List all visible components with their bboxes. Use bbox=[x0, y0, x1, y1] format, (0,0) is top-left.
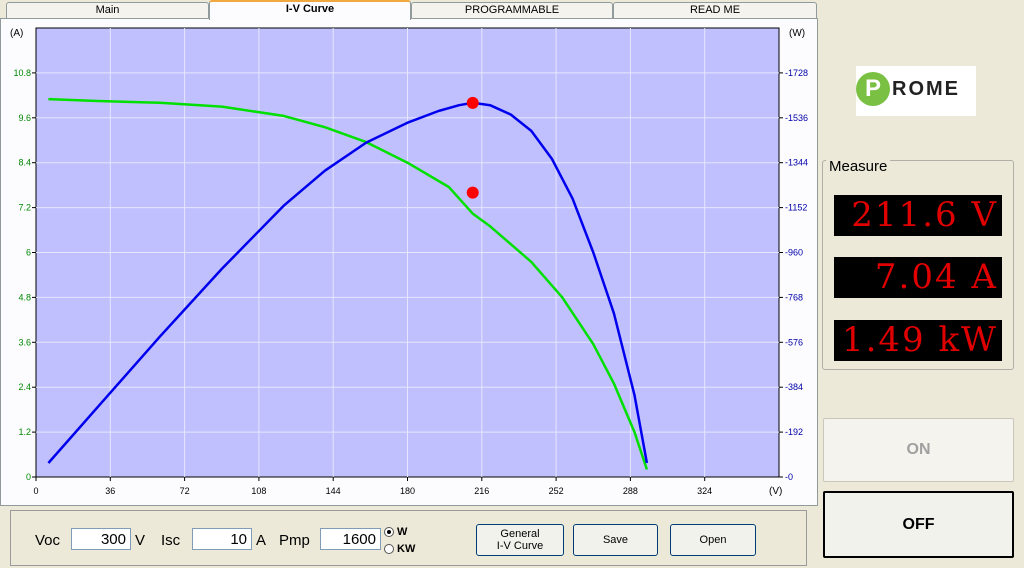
open-button[interactable]: Open bbox=[670, 524, 756, 556]
isc-input[interactable] bbox=[192, 528, 252, 550]
operating-point-marker bbox=[466, 186, 479, 199]
x-tick-label: 180 bbox=[400, 486, 415, 496]
x-tick-label: 216 bbox=[474, 486, 489, 496]
x-tick-label: 288 bbox=[623, 486, 638, 496]
y-left-tick-label: 1.2 bbox=[18, 427, 31, 437]
radio-kw[interactable]: KW bbox=[384, 543, 415, 555]
voc-unit: V bbox=[135, 532, 146, 549]
y-left-tick-label: 10.8 bbox=[13, 68, 31, 78]
general-iv-curve-button[interactable]: General I-V Curve bbox=[476, 524, 564, 556]
y-right-tick-label: -384 bbox=[785, 382, 803, 392]
iv-curve-chart: 0 36 72 108 144 180 216 252 288 324 0 1.2 2.4 3.6 4.8 6… bbox=[10, 27, 808, 497]
x-axis-unit: (V) bbox=[769, 486, 782, 497]
y-left-tick-label: 7.2 bbox=[18, 203, 31, 213]
current-display: 7.04 A bbox=[834, 257, 1002, 298]
x-tick-label: 72 bbox=[180, 486, 190, 496]
voc-label: Voc bbox=[35, 532, 61, 549]
x-tick-label: 252 bbox=[549, 486, 564, 496]
radio-dot-icon bbox=[384, 527, 394, 538]
off-button[interactable]: OFF bbox=[823, 491, 1014, 558]
operating-point-marker bbox=[466, 96, 479, 109]
tab-iv-curve[interactable]: I-V Curve bbox=[209, 0, 411, 20]
y-left-tick-label: 2.4 bbox=[18, 382, 31, 392]
y-left-tick-label: 6 bbox=[26, 248, 31, 258]
tab-main[interactable]: Main bbox=[6, 2, 209, 18]
y-right-tick-label: -0 bbox=[785, 472, 793, 482]
save-button[interactable]: Save bbox=[573, 524, 658, 556]
logo-circle: P bbox=[856, 72, 890, 106]
radio-dot-icon bbox=[384, 544, 394, 555]
y-right-tick-label: -192 bbox=[785, 427, 803, 437]
y-right-tick-label: -1536 bbox=[785, 113, 808, 123]
logo-word: ROME bbox=[892, 78, 960, 100]
curve-parameters-panel: Voc V Isc A Pmp W KW General I-V Curve S… bbox=[10, 510, 807, 566]
y-left-tick-label: 4.8 bbox=[18, 292, 31, 302]
y-left-tick-label: 8.4 bbox=[18, 158, 31, 168]
power-display: 1.49 kW bbox=[834, 320, 1002, 361]
isc-unit: A bbox=[256, 532, 267, 549]
radio-w[interactable]: W bbox=[384, 526, 407, 538]
tab-bar: Main I-V Curve PROGRAMMABLE READ ME bbox=[0, 0, 818, 20]
x-tick-label: 36 bbox=[105, 486, 115, 496]
x-tick-label: 108 bbox=[251, 486, 266, 496]
left-axis-unit: (A) bbox=[10, 28, 23, 39]
x-tick-label: 144 bbox=[326, 486, 341, 496]
right-axis-unit: (W) bbox=[789, 28, 805, 39]
voltage-display: 211.6 V bbox=[834, 195, 1002, 236]
general-button-line2: I-V Curve bbox=[496, 540, 544, 552]
y-right-tick-label: -576 bbox=[785, 337, 803, 347]
radio-w-label: W bbox=[397, 526, 408, 538]
y-right-tick-label: -1344 bbox=[785, 158, 808, 168]
isc-label: Isc bbox=[161, 532, 181, 549]
tab-read-me[interactable]: READ ME bbox=[613, 2, 817, 18]
y-left-tick-label: 0 bbox=[26, 472, 31, 482]
radio-kw-label: KW bbox=[397, 543, 416, 555]
y-right-tick-label: -1152 bbox=[785, 203, 807, 213]
y-right-tick-label: -960 bbox=[785, 248, 803, 258]
y-right-tick-label: -768 bbox=[785, 292, 803, 302]
general-button-line1: General bbox=[500, 528, 540, 540]
tab-programmable[interactable]: PROGRAMMABLE bbox=[411, 2, 613, 18]
voc-input[interactable] bbox=[71, 528, 131, 550]
prome-logo: P ROME bbox=[856, 66, 976, 116]
pmp-input[interactable] bbox=[320, 528, 381, 550]
x-tick-label: 0 bbox=[33, 486, 38, 496]
y-right-tick-label: -1728 bbox=[785, 68, 808, 78]
measure-title: Measure bbox=[826, 158, 891, 175]
x-tick-label: 324 bbox=[697, 486, 712, 496]
on-button[interactable]: ON bbox=[823, 418, 1014, 482]
y-left-tick-label: 3.6 bbox=[18, 337, 31, 347]
y-left-tick-label: 9.6 bbox=[18, 113, 31, 123]
pmp-label: Pmp bbox=[279, 532, 310, 549]
